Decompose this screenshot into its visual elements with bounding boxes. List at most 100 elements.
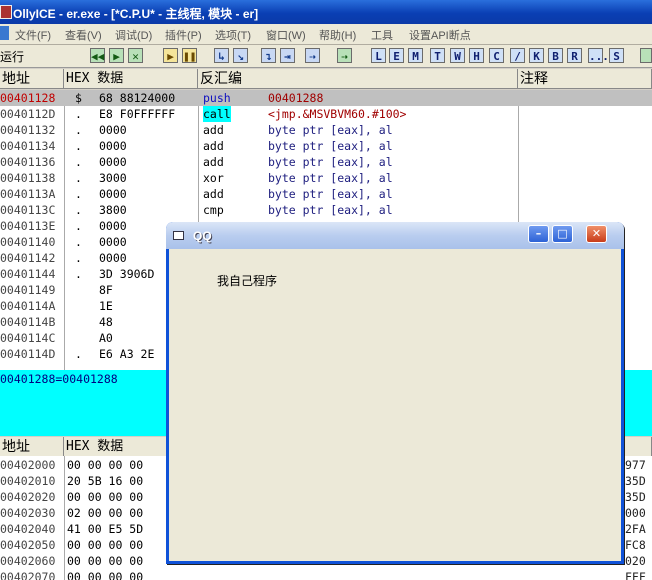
row-hex: 0000 <box>99 123 127 137</box>
minimize-button[interactable]: – <box>528 225 549 243</box>
execute-till-return-icon[interactable]: ⇢ <box>305 48 320 63</box>
row-hex: 0000 <box>99 251 127 265</box>
menu-debug[interactable]: 调试(D) <box>115 27 152 43</box>
qq-dialog-window[interactable]: QQ – □ ✕ 我自己程序 <box>166 222 624 564</box>
references-button[interactable]: R <box>567 48 582 63</box>
menu-file[interactable]: 文件(F) <box>15 27 51 43</box>
maximize-button[interactable]: □ <box>552 225 573 243</box>
run-trace-button[interactable]: ... <box>588 48 609 63</box>
stack-value: 35D <box>625 474 646 488</box>
run-icon[interactable]: ▶ <box>109 48 124 63</box>
row-marker: . <box>75 107 82 121</box>
cpu-header-disasm[interactable]: 反汇编 <box>198 69 518 89</box>
disasm-row[interactable]: 00401134 . 0000 add byte ptr [eax], al <box>0 138 652 154</box>
stack-header[interactable] <box>624 437 652 457</box>
source-button[interactable]: S <box>609 48 624 63</box>
breakpoints-button[interactable]: B <box>548 48 563 63</box>
row-marker: . <box>75 187 82 201</box>
menu-set-api-breakpoint[interactable]: 设置API断点 <box>409 27 471 43</box>
row-hex: 48 <box>99 315 113 329</box>
row-address: 00402030 <box>0 506 56 520</box>
row-mnemonic: cmp <box>203 203 224 217</box>
system-menu-icon[interactable] <box>0 26 9 40</box>
toolbar: 运行 ◀◀ ▶ ✕ ▶ ❚❚ ↳ ↘ ↴ ⇥ ⇢ ⇢ L E M T W H C… <box>0 45 652 68</box>
row-address: 00401144 <box>0 267 56 281</box>
cpu-header-hex[interactable]: HEX 数据 <box>64 69 198 89</box>
menu-plugins[interactable]: 插件(P) <box>165 27 202 43</box>
memory-map-button[interactable]: M <box>408 48 423 63</box>
executable-modules-button[interactable]: E <box>389 48 404 63</box>
row-operand: byte ptr [eax], al <box>268 139 393 153</box>
row-hex: E8 F0FFFFFF <box>99 107 176 121</box>
window-title: OllyICE - er.exe - [*C.P.U* - 主线程, 模块 - … <box>13 7 259 21</box>
row-address: 00402020 <box>0 490 56 504</box>
cpu-header-address[interactable]: 地址 <box>0 69 64 89</box>
menu-help[interactable]: 帮助(H) <box>319 27 356 43</box>
menu-tools[interactable]: 工具 <box>371 27 393 43</box>
row-address: 00401138 <box>0 171 56 185</box>
row-marker: . <box>75 139 82 153</box>
row-address: 0040113C <box>0 203 56 217</box>
row-mnemonic: xor <box>203 171 224 185</box>
row-mnemonic: add <box>203 187 224 201</box>
row-hex: 8F <box>99 283 113 297</box>
menu-options[interactable]: 选项(T) <box>215 27 251 43</box>
row-mnemonic: add <box>203 139 224 153</box>
row-hex: 0000 <box>99 235 127 249</box>
row-marker: $ <box>75 91 82 105</box>
call-stack-button[interactable]: K <box>529 48 544 63</box>
stack-value: FFF <box>625 570 646 580</box>
disasm-row[interactable]: 0040112D . E8 F0FFFFFF call <jmp.&MSVBVM… <box>0 106 652 122</box>
disasm-row[interactable]: 00401136 . 0000 add byte ptr [eax], al <box>0 154 652 170</box>
row-address: 00402040 <box>0 522 56 536</box>
stack-value: 2FA <box>625 522 646 536</box>
row-mnemonic: add <box>203 123 224 137</box>
disasm-row[interactable]: 00401138 . 3000 xor byte ptr [eax], al <box>0 170 652 186</box>
step-into-icon[interactable]: ↳ <box>214 48 229 63</box>
stack-value: 35D <box>625 490 646 504</box>
threads-button[interactable]: T <box>430 48 445 63</box>
menu-window[interactable]: 窗口(W) <box>266 27 306 43</box>
row-address: 00401134 <box>0 139 56 153</box>
trace-into-icon[interactable]: ↴ <box>261 48 276 63</box>
row-address: 00401128 <box>0 91 56 105</box>
row-marker: . <box>75 235 82 249</box>
row-hex: 0000 <box>99 155 127 169</box>
toolbar-overflow-icon[interactable] <box>640 48 652 63</box>
cpu-header-comment[interactable]: 注释 <box>518 69 652 89</box>
handles-button[interactable]: H <box>469 48 484 63</box>
dump-header-address[interactable]: 地址 <box>0 437 64 457</box>
row-operand: 00401288 <box>268 91 324 105</box>
menu-view[interactable]: 查看(V) <box>65 27 102 43</box>
run-button-icon[interactable]: ▶ <box>163 48 178 63</box>
disasm-row[interactable]: 0040113C . 3800 cmp byte ptr [eax], al <box>0 202 652 218</box>
row-address: 00402010 <box>0 474 56 488</box>
cpu-button[interactable]: C <box>489 48 504 63</box>
patches-button[interactable]: / <box>510 48 525 63</box>
row-hex: 00 00 00 00 <box>67 538 144 552</box>
row-operand: byte ptr [eax], al <box>268 187 393 201</box>
dialog-title-bar[interactable]: QQ – □ ✕ <box>166 222 624 249</box>
step-over-icon[interactable]: ↘ <box>233 48 248 63</box>
goto-icon[interactable]: ⇢ <box>337 48 352 63</box>
menu-bar: 文件(F) 查看(V) 调试(D) 插件(P) 选项(T) 窗口(W) 帮助(H… <box>0 24 652 45</box>
close-program-icon[interactable]: ✕ <box>128 48 143 63</box>
row-mnemonic: call <box>203 106 231 122</box>
dump-row[interactable]: 00402070 00 00 00 00 FFF <box>0 569 652 580</box>
window-icon <box>173 231 184 240</box>
disasm-row[interactable]: 00401132 . 0000 add byte ptr [eax], al <box>0 122 652 138</box>
row-address: 00401142 <box>0 251 56 265</box>
dialog-label: 我自己程序 <box>217 274 278 288</box>
row-hex: 0000 <box>99 187 127 201</box>
disasm-row[interactable]: 0040113A . 0000 add byte ptr [eax], al <box>0 186 652 202</box>
disasm-row-selected[interactable]: 00401128 $ 68 88124000 push 00401288 <box>0 90 652 106</box>
restart-icon[interactable]: ◀◀ <box>90 48 105 63</box>
row-mnemonic: push <box>203 91 231 105</box>
row-operand: <jmp.&MSVBVM60.#100> <box>268 107 407 121</box>
windows-button[interactable]: W <box>450 48 465 63</box>
close-button[interactable]: ✕ <box>586 225 607 243</box>
trace-over-icon[interactable]: ⇥ <box>280 48 295 63</box>
stack-value: 977 <box>625 458 646 472</box>
pause-icon[interactable]: ❚❚ <box>182 48 197 63</box>
log-window-button[interactable]: L <box>371 48 386 63</box>
